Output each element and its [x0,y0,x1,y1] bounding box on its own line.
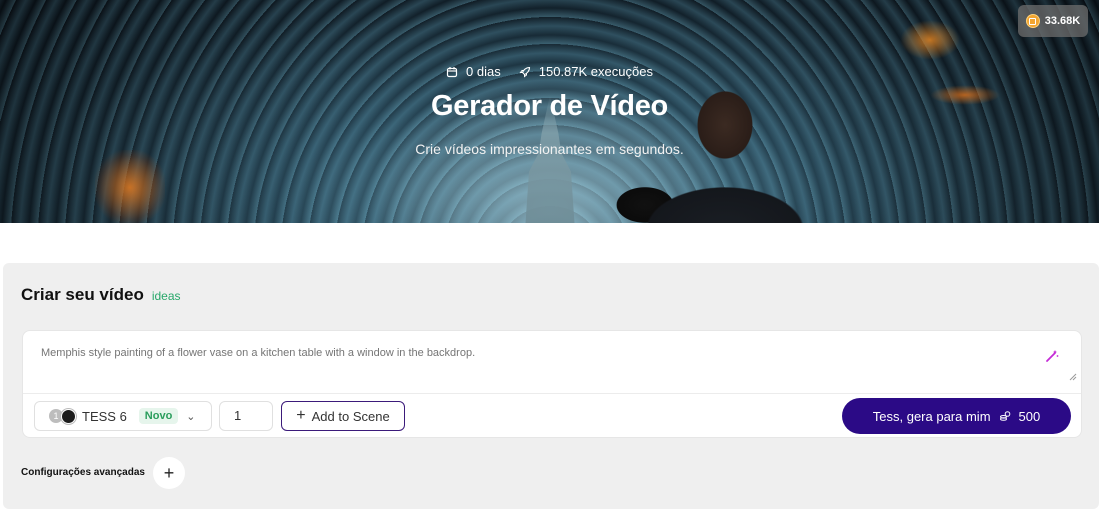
model-select[interactable]: 1 TESS 6 Novo ⌄ [34,401,212,431]
add-to-scene-button[interactable]: + Add to Scene [281,401,405,431]
divider [23,393,1081,394]
rocket-icon [519,66,530,77]
create-video-panel: Criar seu vídeo ideas 1 TESS 6 Novo ⌄ 1 … [3,263,1099,509]
advanced-settings-toggle[interactable]: + [153,457,185,489]
days-stat: 0 dias [446,64,501,79]
advanced-settings-label: Configurações avançadas [21,467,145,478]
coin-icon [1025,14,1040,28]
new-badge: Novo [138,408,179,424]
executions-label: 150.87K execuções [538,64,653,79]
panel-title: Criar seu vídeo [21,285,144,304]
quantity-input[interactable]: 1 [219,401,273,431]
panel-header: Criar seu vídeo ideas [21,285,181,305]
prompt-input[interactable] [41,347,1021,387]
plus-icon: + [163,462,175,483]
add-to-scene-label: Add to Scene [311,408,390,424]
page-title: Gerador de Vídeo [431,90,668,122]
calendar-icon [446,66,458,77]
model-name: TESS 6 [82,408,127,424]
model-logo-icon [61,408,76,424]
days-label: 0 dias [466,64,501,79]
hero-banner: 0 dias 150.87K execuções Gerador de Víde… [0,0,1099,223]
generate-button[interactable]: Tess, gera para mim 500 [842,398,1071,434]
prompt-card: 1 TESS 6 Novo ⌄ 1 + Add to Scene Tess, g… [22,330,1082,438]
ideas-link[interactable]: ideas [152,289,181,303]
magic-wand-icon[interactable] [1045,349,1059,363]
generate-cost: 500 [1018,408,1041,424]
resize-handle-icon[interactable] [1069,373,1077,381]
plus-icon: + [296,407,306,424]
chevron-down-icon: ⌄ [186,410,196,423]
credits-value: 33.68K [1044,15,1081,27]
hero-stats: 0 dias 150.87K execuções [0,64,1099,79]
credits-badge[interactable]: 33.68K [1018,5,1088,37]
coins-icon [999,411,1010,421]
generate-label: Tess, gera para mim [872,408,991,424]
page-subtitle: Crie vídeos impressionantes em segundos. [415,141,684,157]
executions-stat: 150.87K execuções [519,64,653,79]
